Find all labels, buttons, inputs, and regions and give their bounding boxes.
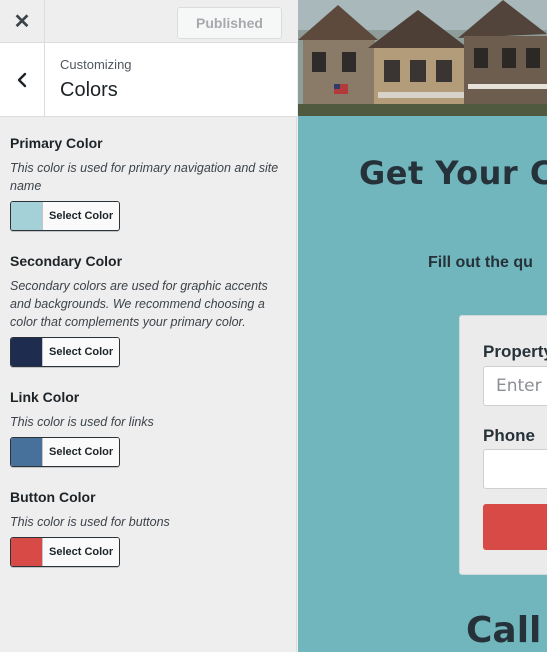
phone-input[interactable]	[483, 449, 547, 489]
hero-image	[298, 0, 547, 116]
close-customizer-button[interactable]: ✕	[0, 0, 45, 42]
select-color-label: Select Color	[43, 538, 120, 566]
property-input[interactable]: Enter Y	[483, 366, 547, 406]
chevron-left-icon	[17, 72, 27, 87]
control-title: Link Color	[10, 389, 80, 405]
published-button[interactable]: Published	[177, 7, 282, 39]
link-color-picker-button[interactable]: Select Color	[10, 437, 121, 467]
phone-label: Phone	[483, 426, 535, 445]
color-swatch	[11, 538, 43, 566]
primary-color-picker-button[interactable]: Select Color	[10, 201, 121, 231]
select-color-label: Select Color	[43, 202, 120, 230]
page-title: Colors	[60, 79, 118, 101]
control-description: This color is used for primary navigatio…	[10, 161, 279, 193]
control-title: Button Color	[10, 489, 96, 505]
color-controls: Primary Color This color is used for pri…	[10, 117, 286, 571]
control-secondary-color: Secondary Color Secondary colors are use…	[10, 253, 286, 371]
customizer-header: ✕ Published	[0, 0, 297, 43]
control-primary-color: Primary Color This color is used for pri…	[10, 135, 286, 235]
back-button[interactable]	[0, 43, 45, 116]
control-title: Primary Color	[10, 135, 103, 151]
control-link-color: Link Color This color is used for links …	[10, 389, 286, 471]
call-heading: Call	[466, 610, 542, 651]
preview-subtext: Fill out the qu	[428, 254, 533, 271]
houses-photo	[298, 0, 547, 116]
preview-headline: Get Your Ca	[359, 154, 547, 192]
color-swatch	[11, 338, 43, 366]
secondary-color-picker-button[interactable]: Select Color	[10, 337, 121, 367]
button-color-picker-button[interactable]: Select Color	[10, 537, 121, 567]
property-label: Property	[483, 342, 547, 361]
breadcrumb: Customizing	[60, 57, 132, 72]
customizer-sidebar: ✕ Published Customizing Colors Primary C…	[0, 0, 297, 652]
lead-form: Property Enter Y Phone	[459, 315, 547, 575]
select-color-label: Select Color	[43, 438, 120, 466]
control-description: This color is used for buttons	[10, 515, 170, 529]
site-preview: Get Your Ca Fill out the qu Property Ent…	[298, 0, 547, 652]
control-description: This color is used for links	[10, 415, 154, 429]
control-title: Secondary Color	[10, 253, 123, 269]
color-swatch	[11, 438, 43, 466]
control-description: Secondary colors are used for graphic ac…	[10, 279, 268, 329]
section-title-bar: Customizing Colors	[0, 43, 297, 117]
submit-button[interactable]	[483, 504, 547, 550]
select-color-label: Select Color	[43, 338, 120, 366]
close-icon: ✕	[13, 10, 31, 33]
color-swatch	[11, 202, 43, 230]
control-button-color: Button Color This color is used for butt…	[10, 489, 286, 571]
